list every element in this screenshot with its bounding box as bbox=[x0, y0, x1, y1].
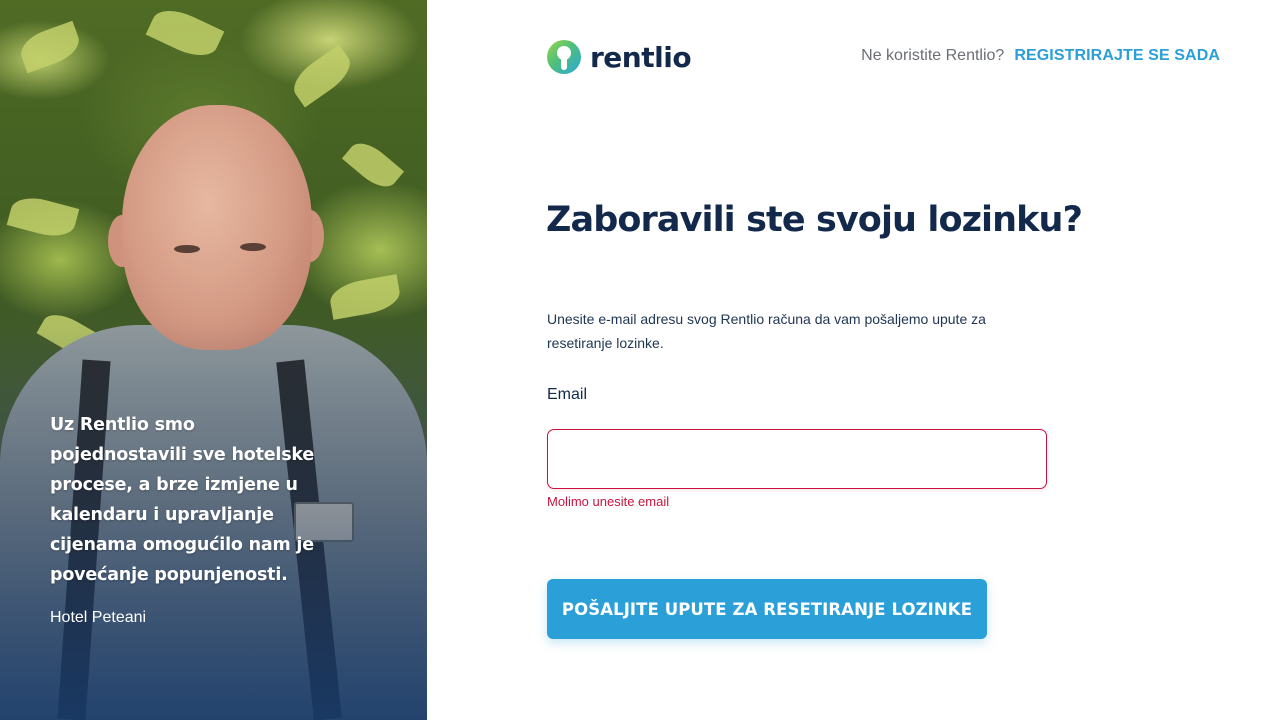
testimonial-quote: Uz Rentlio smo pojednostavili sve hotels… bbox=[50, 415, 315, 585]
email-field[interactable] bbox=[547, 429, 1047, 489]
rentlio-logo[interactable]: rentlio bbox=[547, 38, 692, 76]
signup-prompt-text: Ne koristite Rentlio? bbox=[861, 47, 1005, 64]
testimonial-photo-panel: Uz Rentlio smo pojednostavili sve hotels… bbox=[0, 0, 427, 720]
page-title: Zaboravili ste svoju lozinku? bbox=[546, 200, 1083, 240]
send-reset-instructions-button[interactable]: POŠALJITE UPUTE ZA RESETIRANJE LOZINKE bbox=[547, 579, 987, 639]
testimonial-author: Hotel Peteani bbox=[50, 609, 147, 626]
form-description: Unesite e-mail adresu svog Rentlio račun… bbox=[547, 311, 986, 351]
email-error-message: Molimo unesite email bbox=[547, 494, 670, 509]
email-label: Email bbox=[547, 386, 588, 403]
rentlio-keyhole-logo-icon bbox=[547, 40, 581, 74]
register-link[interactable]: REGISTRIRAJTE SE SADA bbox=[1014, 47, 1220, 65]
logo-text: rentlio bbox=[590, 40, 692, 74]
signup-prompt: Ne koristite Rentlio? REGISTRIRAJTE SE S… bbox=[861, 47, 1220, 65]
logo-keyhole-slot bbox=[561, 56, 567, 70]
